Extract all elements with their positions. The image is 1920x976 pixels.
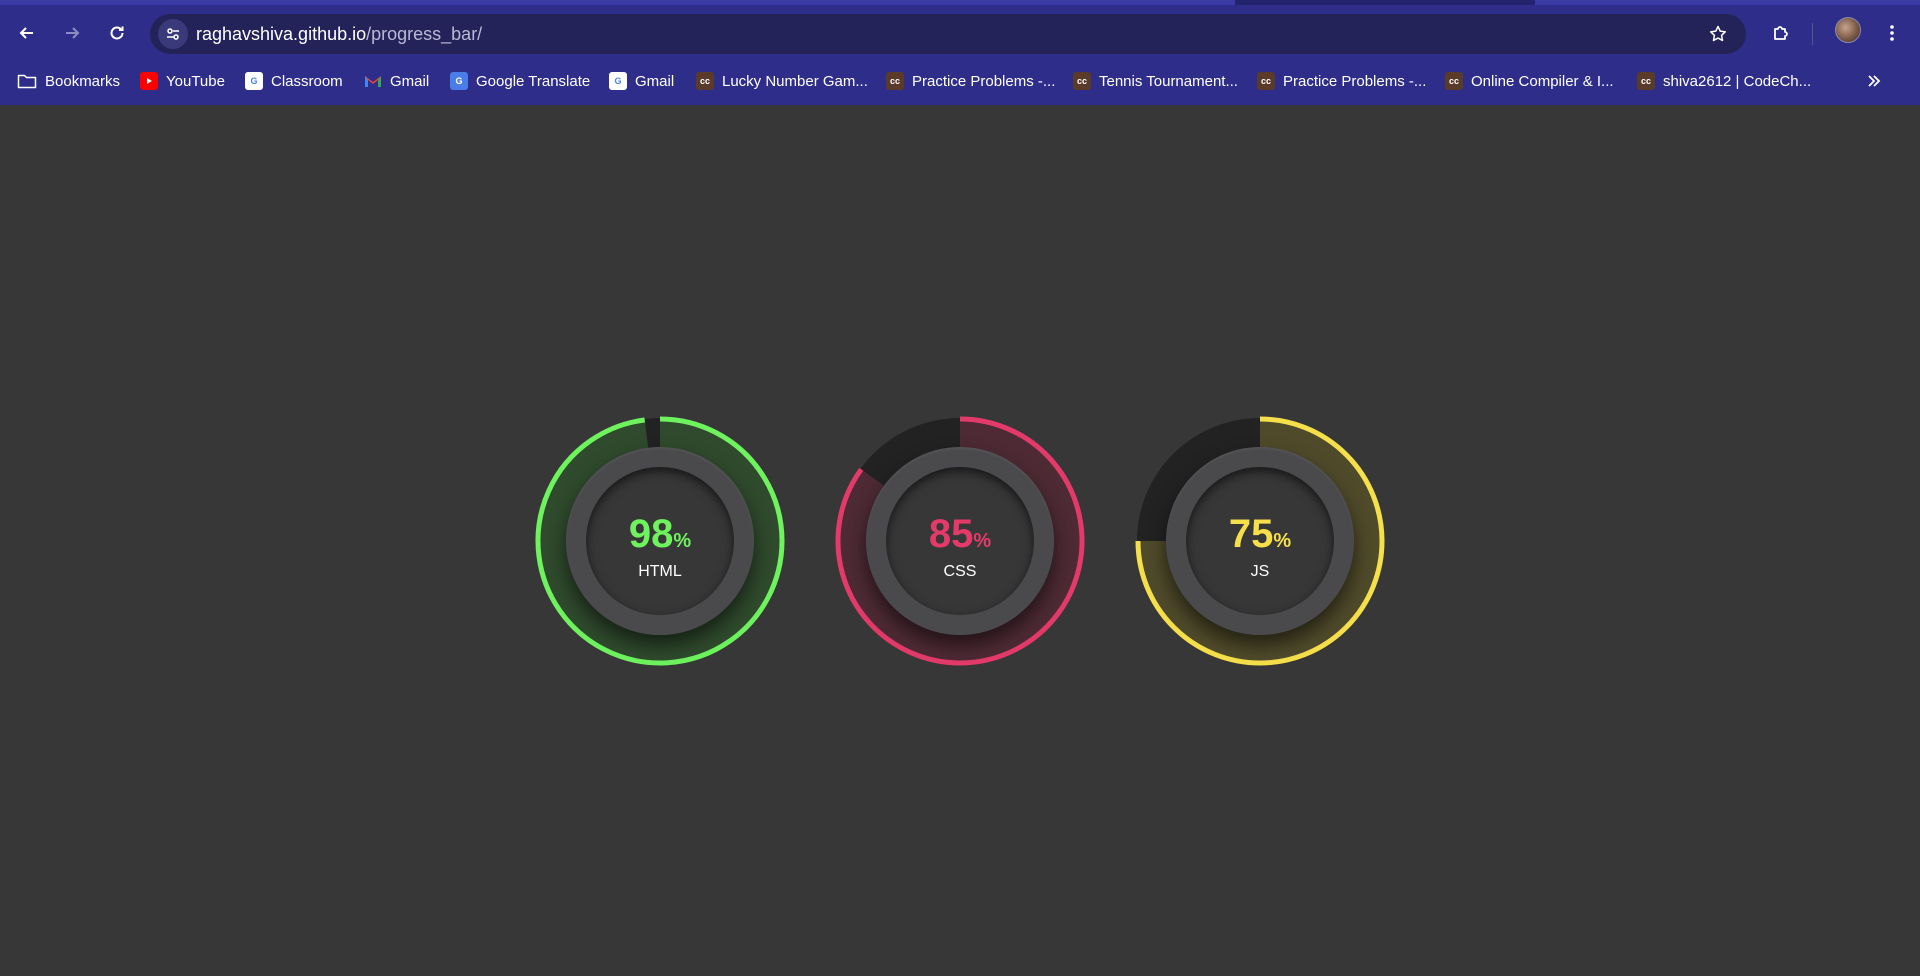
progress-number: 98 (628, 512, 674, 556)
address-bar[interactable]: raghavshiva.github.io/progress_bar/ (150, 14, 1746, 54)
site-info-button[interactable] (158, 19, 188, 49)
codechef-icon: cc (696, 72, 714, 90)
forward-button[interactable] (54, 15, 90, 51)
bookmark-label: Gmail (390, 72, 430, 90)
progress-dial-core: 85% CSS (886, 467, 1034, 615)
progress-number: 85 (928, 512, 974, 556)
bookmark-label: Online Compiler & I... (1471, 72, 1614, 90)
bookmark-tennis-tournament[interactable]: cc Tennis Tournament... (1073, 66, 1238, 96)
bookmark-youtube[interactable]: YouTube (140, 66, 225, 96)
bookmark-label: Tennis Tournament... (1099, 72, 1238, 90)
progress-card-js: 75% JS (1135, 416, 1385, 666)
bookmark-label: shiva2612 | CodeCh... (1663, 72, 1812, 90)
bookmark-google-translate[interactable]: G Google Translate (450, 66, 590, 96)
star-icon (1709, 25, 1727, 42)
google-icon: G (245, 72, 263, 90)
progress-value: 75% (1186, 512, 1334, 557)
bookmark-label: Classroom (271, 72, 343, 90)
bookmark-codechef-profile[interactable]: cc shiva2612 | CodeCh... (1637, 66, 1811, 96)
toolbar: raghavshiva.github.io/progress_bar/ (0, 11, 1920, 57)
google-translate-icon: G (450, 72, 468, 90)
progress-unit: % (1273, 530, 1292, 552)
progress-dial: 75% JS (1166, 447, 1354, 635)
codechef-icon: cc (1257, 72, 1275, 90)
arrow-right-icon (66, 27, 80, 39)
bookmark-label: Bookmarks (45, 72, 121, 90)
url-domain: raghavshiva.github.io (196, 24, 367, 44)
tune-icon (167, 28, 179, 40)
menu-button[interactable] (1874, 15, 1910, 51)
bookmark-classroom[interactable]: G Classroom (245, 66, 343, 96)
progress-value: 98% (586, 512, 734, 557)
bookmark-practice-problems-1[interactable]: cc Practice Problems -... (886, 66, 1055, 96)
progress-dial: 98% HTML (566, 447, 754, 635)
more-vert-icon (1890, 25, 1894, 41)
progress-value: 85% (886, 512, 1034, 557)
bookmark-label: YouTube (166, 72, 225, 90)
progress-label: CSS (943, 563, 977, 580)
progress-unit: % (673, 530, 692, 552)
toolbar-separator (1812, 23, 1813, 45)
progress-dial: 85% CSS (866, 447, 1054, 635)
progress-label: HTML (638, 563, 682, 580)
progress-dial-core: 98% HTML (586, 467, 734, 615)
tab-strip (0, 0, 1920, 5)
gmail-icon (364, 72, 382, 90)
codechef-icon: cc (1445, 72, 1463, 90)
reload-icon (110, 26, 124, 40)
tab[interactable] (0, 0, 1235, 5)
bookmarks-bar: Bookmarks YouTube G Classroom Gmail G Go… (0, 66, 1920, 96)
profile-avatar[interactable] (1835, 17, 1861, 43)
progress-card-html: 98% HTML (535, 416, 785, 666)
progress-dial-core: 75% JS (1186, 467, 1334, 615)
progress-card-css: 85% CSS (835, 416, 1085, 666)
bookmark-label: Lucky Number Gam... (722, 72, 868, 90)
codechef-icon: cc (1637, 72, 1655, 90)
bookmark-label: Google Translate (476, 72, 591, 90)
progress-unit: % (973, 530, 992, 552)
page-content: 98% HTML 85% CSS 75% JS (0, 105, 1920, 976)
google-icon: G (609, 72, 627, 90)
bookmark-lucky-number[interactable]: cc Lucky Number Gam... (696, 66, 868, 96)
bookmark-star-button[interactable] (1706, 22, 1730, 46)
youtube-icon (140, 72, 158, 90)
bookmarks-overflow-button[interactable] (1862, 66, 1886, 96)
codechef-icon: cc (886, 72, 904, 90)
bookmark-gmail[interactable]: Gmail (364, 66, 429, 96)
codechef-icon: cc (1073, 72, 1091, 90)
arrow-left-icon (19, 27, 33, 39)
bookmark-label: Practice Problems -... (1283, 72, 1427, 90)
back-button[interactable] (9, 15, 45, 51)
bookmark-label: Practice Problems -... (912, 72, 1056, 90)
bookmark-label: Gmail (635, 72, 675, 90)
tab[interactable] (1535, 0, 1920, 5)
bookmark-practice-problems-2[interactable]: cc Practice Problems -... (1257, 66, 1426, 96)
reload-button[interactable] (99, 15, 135, 51)
extensions-button[interactable] (1763, 15, 1799, 51)
bookmark-online-compiler[interactable]: cc Online Compiler & I... (1445, 66, 1614, 96)
progress-number: 75 (1228, 512, 1274, 556)
browser-chrome: raghavshiva.github.io/progress_bar/ Book… (0, 0, 1920, 105)
puzzle-icon (1774, 26, 1788, 40)
double-chevron-right-icon (1868, 75, 1881, 87)
url-text[interactable]: raghavshiva.github.io/progress_bar/ (196, 24, 482, 45)
bookmark-gmail-2[interactable]: G Gmail (609, 66, 674, 96)
folder-icon (17, 74, 37, 89)
progress-label: JS (1250, 563, 1270, 580)
bookmark-folder-bookmarks[interactable]: Bookmarks (17, 66, 120, 96)
url-path: /progress_bar/ (366, 24, 483, 44)
